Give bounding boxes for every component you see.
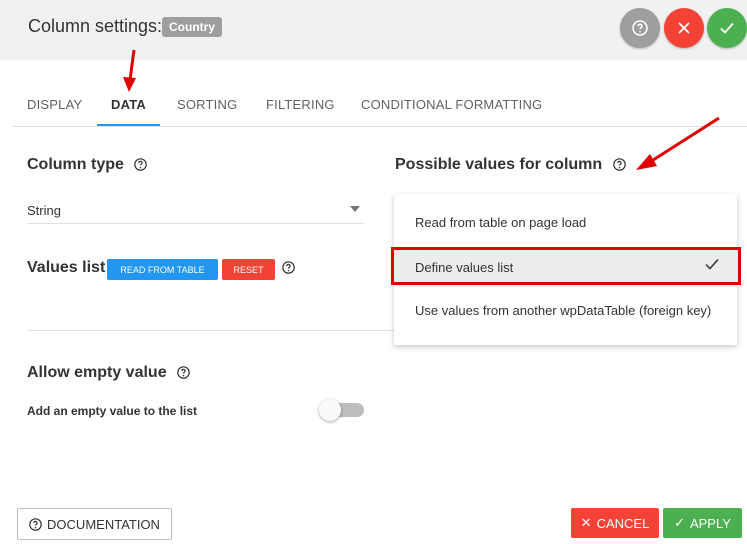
check-icon [720, 22, 734, 34]
section-divider [27, 330, 394, 331]
column-type-select[interactable]: String [27, 196, 364, 224]
help-icon[interactable] [134, 158, 148, 172]
active-tab-indicator [97, 124, 160, 126]
documentation-label: DOCUMENTATION [47, 516, 160, 532]
option-label: Use values from another wpDataTable (for… [415, 302, 712, 318]
tab-bar: DISPLAY DATA SORTING FILTERING CONDITION… [12, 84, 747, 127]
apply-button[interactable]: ✓ APPLY [663, 508, 742, 538]
tab-display[interactable]: DISPLAY [27, 97, 82, 112]
help-icon [632, 20, 648, 36]
help-icon [29, 517, 42, 531]
option-read-from-table[interactable]: Read from table on page load [394, 202, 737, 242]
column-type-heading: Column type [27, 156, 148, 174]
possible-values-label: Possible values for column [395, 156, 603, 173]
option-foreign-key[interactable]: Use values from another wpDataTable (for… [394, 290, 737, 330]
values-list-heading: Values list [27, 259, 105, 277]
help-icon[interactable] [177, 366, 190, 380]
column-type-value: String [27, 203, 61, 218]
possible-values-heading: Possible values for column [395, 156, 626, 174]
cancel-label: CANCEL [596, 515, 650, 531]
close-icon [678, 22, 690, 34]
option-label: Read from table on page load [415, 214, 587, 230]
column-type-label: Column type [27, 156, 124, 173]
column-name-badge: Country [162, 17, 222, 37]
cancel-button[interactable]: ✕ CANCEL [571, 508, 659, 538]
toggle-knob[interactable] [319, 399, 341, 421]
allow-empty-label: Allow empty value [27, 364, 167, 381]
close-icon: ✕ [580, 515, 592, 530]
add-empty-value-label: Add an empty value to the list [27, 404, 198, 418]
save-button[interactable] [707, 8, 747, 48]
caret-down-icon [350, 206, 360, 212]
documentation-button[interactable]: DOCUMENTATION [17, 508, 172, 540]
help-icon[interactable] [282, 261, 295, 274]
close-button[interactable] [664, 8, 704, 48]
dialog-title: Column settings: [28, 16, 163, 36]
tab-filtering[interactable]: FILTERING [266, 97, 335, 112]
read-from-table-button[interactable]: READ FROM TABLE [107, 259, 218, 280]
help-icon[interactable] [612, 158, 626, 172]
check-icon: ✓ [674, 515, 685, 530]
allow-empty-heading: Allow empty value [27, 364, 190, 382]
annotation-highlight-box [391, 247, 741, 285]
reset-button[interactable]: RESET [222, 259, 275, 280]
help-button[interactable] [620, 8, 660, 48]
values-list-label: Values list [27, 259, 106, 276]
tab-data[interactable]: DATA [111, 97, 146, 112]
apply-label: APPLY [689, 515, 731, 531]
dialog-header: Column settings: Country [0, 0, 747, 60]
tab-conditional-formatting[interactable]: CONDITIONAL FORMATTING [361, 97, 542, 112]
tab-sorting[interactable]: SORTING [177, 97, 237, 112]
